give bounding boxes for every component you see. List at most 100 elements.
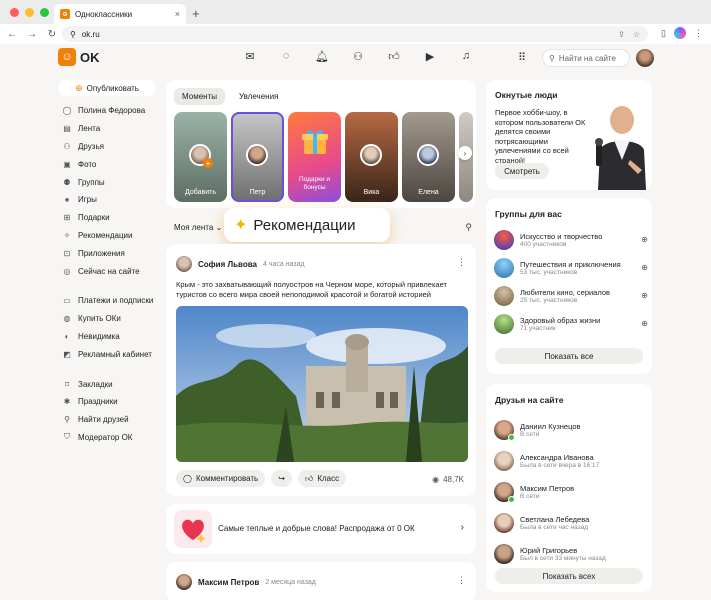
feed-search-icon[interactable]: ⚲ [465,222,472,233]
friend-item[interactable]: Юрий Григорьев Был в сети 33 минуты назад [494,538,648,569]
maximize-window-button[interactable] [40,8,49,17]
browser-menu-icon[interactable]: ⋮ [694,28,703,39]
share-button[interactable]: ↪ [271,470,292,487]
sidebar-item[interactable]: ▭ Платежи и подписки [58,292,162,310]
post-author[interactable]: Максим Петров [198,578,259,587]
friend-avatar[interactable] [494,543,514,564]
tab-moments[interactable]: Моменты [174,88,225,105]
apps-grid-icon[interactable]: ⠿ [518,51,526,64]
group-avatar[interactable] [494,258,514,278]
publish-button[interactable]: ⊕ Опубликовать [58,80,156,96]
sidebar-item-label: Платежи и подписки [78,296,154,306]
show-all-friends-button[interactable]: Показать всех [495,568,643,584]
like-button[interactable]: 👍︎ Класс [297,470,347,487]
post-author[interactable]: София Львова [198,260,257,269]
join-group-icon[interactable]: ⊕ [641,291,648,300]
new-tab-button[interactable]: + [192,6,200,21]
watch-button[interactable]: Смотреть [495,163,549,179]
post-more-icon[interactable]: ⋮ [457,257,466,268]
friend-avatar[interactable] [494,419,515,441]
friend-item[interactable]: Александра Иванова Была в сети вчера в 16… [494,445,648,476]
post-author-avatar[interactable] [176,256,192,272]
sidebar-item[interactable]: ♠ Игры [58,191,162,209]
page-body: ⊕ Опубликовать ◯ Полина Федорова ▤ Лента ⚇ Др… [0,72,711,600]
group-avatar[interactable] [494,230,514,250]
address-bar[interactable]: ⚲ ok.ru ⇪ ☆ [62,26,648,42]
join-group-icon[interactable]: ⊕ [641,319,648,328]
user-avatar[interactable] [636,49,654,67]
show-all-groups-button[interactable]: Показать все [495,348,643,364]
group-avatar[interactable] [494,314,514,334]
site-search-input[interactable]: ⚲ Найти на сайте [542,49,630,67]
feed-selector[interactable]: Моя лента ⌄ [174,223,222,232]
sidebar-item[interactable]: ⊞ Подарки [58,209,162,227]
friend-item[interactable]: Максим Петров В сети [494,476,648,507]
join-group-icon[interactable]: ⊕ [641,235,648,244]
sidebar-item[interactable]: ◎ Сейчас на сайте [58,262,162,280]
discussions-icon[interactable]: ◌ [278,50,294,63]
story-elena[interactable]: Елена [402,112,455,202]
sidebar-item[interactable]: ✱ Праздники [58,393,162,411]
post-photo[interactable] [176,306,468,462]
ok-logo[interactable]: ☺ OK [58,48,100,66]
story-vika[interactable]: Вика [345,112,398,202]
sidebar-item[interactable]: ⛉ Модератор ОК [58,429,162,447]
minimize-window-button[interactable] [25,8,34,17]
close-window-button[interactable] [10,8,19,17]
post-more-icon[interactable]: ⋮ [457,575,466,586]
friend-avatar[interactable] [494,481,515,503]
sidebar-item[interactable]: ⚲ Найти друзей [58,411,162,429]
sidebar-item[interactable]: ◩ Рекламный кабинет [58,345,162,363]
messages-icon[interactable]: ✉ [242,50,258,63]
group-members: 71 участник [520,325,556,332]
share-icon[interactable]: ⇪ [618,30,625,39]
likes-icon[interactable]: 👍︎ [386,50,402,63]
stories-next-icon[interactable]: › [458,146,472,160]
sidebar-item[interactable]: ▣ Фото [58,155,162,173]
site-info-icon[interactable]: ⚲ [70,30,76,39]
friend-item[interactable]: Даниил Кузнецов В сети [494,414,648,445]
music-icon[interactable]: ♫ [458,50,474,63]
reload-icon[interactable]: ↻ [44,29,60,40]
moderator-icon: ⛉ [64,432,70,442]
close-tab-icon[interactable]: × [175,9,180,19]
bookmark-star-icon[interactable]: ☆ [633,30,640,39]
tab-hobbies[interactable]: Увлечения [231,88,286,105]
back-arrow-icon[interactable]: ← [4,29,20,40]
sidebar-item[interactable]: ⌑ Закладки [58,375,162,393]
user-icon: ◯ [62,106,72,116]
browser-profile-icon[interactable] [674,27,686,39]
sidebar-item[interactable]: ◐ Невидимка [58,328,162,346]
group-item[interactable]: Любители кино, сериалов 25 тыс. участнико… [494,282,648,310]
story-gifts[interactable]: Подарки и бонусы [288,112,341,202]
story-petr[interactable]: Петр [231,112,284,202]
story-add[interactable]: + Добавить [174,112,227,202]
sidebar-item[interactable]: ⚇ Друзья [58,138,162,156]
sidebar-item[interactable]: ◍ Купить ОКи [58,310,162,328]
notifications-icon[interactable]: 🔔︎ [314,50,330,63]
group-item[interactable]: Путешествия и приключения 53 тыс. участни… [494,254,648,282]
friend-avatar[interactable] [494,512,514,533]
join-group-icon[interactable]: ⊕ [641,263,648,272]
promo-banner[interactable]: Самые теплые и добрые слова! Распродажа … [166,504,476,554]
sidebar-item[interactable]: ▤ Лента [58,120,162,138]
friend-item[interactable]: Светлана Лебедева Была в сети час назад [494,507,648,538]
comment-button[interactable]: ◯ Комментировать [176,470,266,487]
guests-icon[interactable]: ⚇ [350,50,366,63]
sidebar-toggle-icon[interactable]: ▯ [661,28,666,39]
sidebar-item[interactable]: ✧ Рекомендации [58,227,162,245]
sidebar-item[interactable]: ◯ Полина Федорова [58,102,162,120]
friend-avatar[interactable] [494,450,514,471]
browser-tab[interactable]: о Одноклассники × [54,4,186,24]
top-nav: ✉ ◌ 🔔︎ ⚇ 👍︎ ▶ ♫ [242,50,474,63]
sidebar-item[interactable]: ⚉ Группы [58,173,162,191]
post-author-avatar[interactable] [176,574,192,590]
video-icon[interactable]: ▶ [422,50,438,63]
group-item[interactable]: Искусство и творчество 400 участников ⊕ [494,226,648,254]
group-item[interactable]: Здоровый образ жизни 71 участник ⊕ [494,310,648,338]
forward-arrow-icon[interactable]: → [24,29,40,40]
sidebar-item[interactable]: ⊡ Приложения [58,244,162,262]
sidebar-item-label: Фото [78,159,97,169]
friends-icon: ⚇ [63,141,71,151]
group-avatar[interactable] [494,286,514,306]
